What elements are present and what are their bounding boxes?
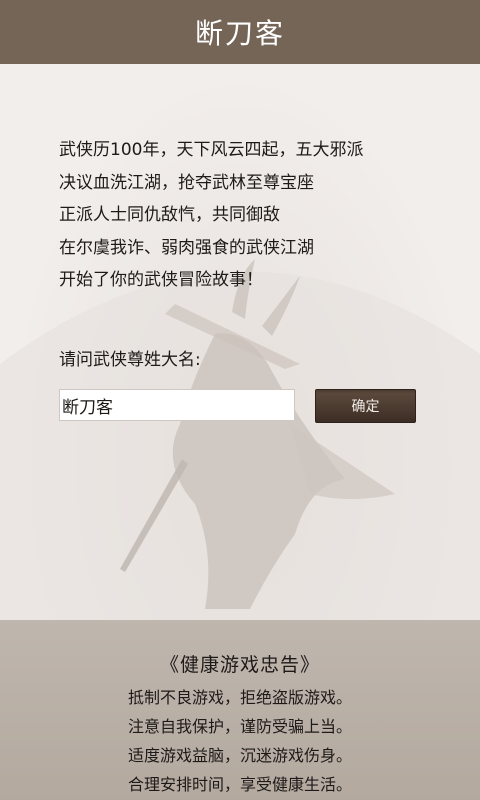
page-title: 断刀客 [194, 17, 285, 50]
story-intro: 武侠历100年，天下风云四起，五大邪派 决议血洗江湖，抢夺武林至尊宝座 正派人士… [59, 134, 439, 297]
story-line: 正派人士同仇敌忾，共同御敌 [59, 205, 280, 225]
notice-line: 注意自我保护，谨防受骗上当。 [127, 717, 352, 736]
health-notice: 《健康游戏忠告》 抵制不良游戏，拒绝盗版游戏。 注意自我保护，谨防受骗上当。 适… [0, 620, 480, 800]
notice-line: 合理安排时间，享受健康生活。 [127, 775, 352, 794]
app-header: 断刀客 [0, 0, 480, 64]
notice-lines: 抵制不良游戏，拒绝盗版游戏。 注意自我保护，谨防受骗上当。 适度游戏益脑，沉迷游… [0, 683, 480, 799]
story-line: 武侠历100年，天下风云四起，五大邪派 [59, 140, 364, 160]
story-line: 在尔虞我诈、弱肉强食的武侠江湖 [59, 237, 314, 258]
story-line: 决议血洗江湖，抢夺武林至尊宝座 [59, 172, 314, 193]
story-line: 开始了你的武侠冒险故事！ [59, 270, 263, 290]
name-input[interactable] [59, 389, 295, 421]
name-prompt-label: 请问武侠尊姓大名: [59, 350, 201, 370]
confirm-button[interactable]: 确定 [315, 389, 416, 423]
notice-line: 抵制不良游戏，拒绝盗版游戏。 [127, 688, 352, 707]
notice-title: 《健康游戏忠告》 [159, 654, 320, 676]
notice-line: 适度游戏益脑，沉迷游戏伤身。 [127, 746, 352, 765]
